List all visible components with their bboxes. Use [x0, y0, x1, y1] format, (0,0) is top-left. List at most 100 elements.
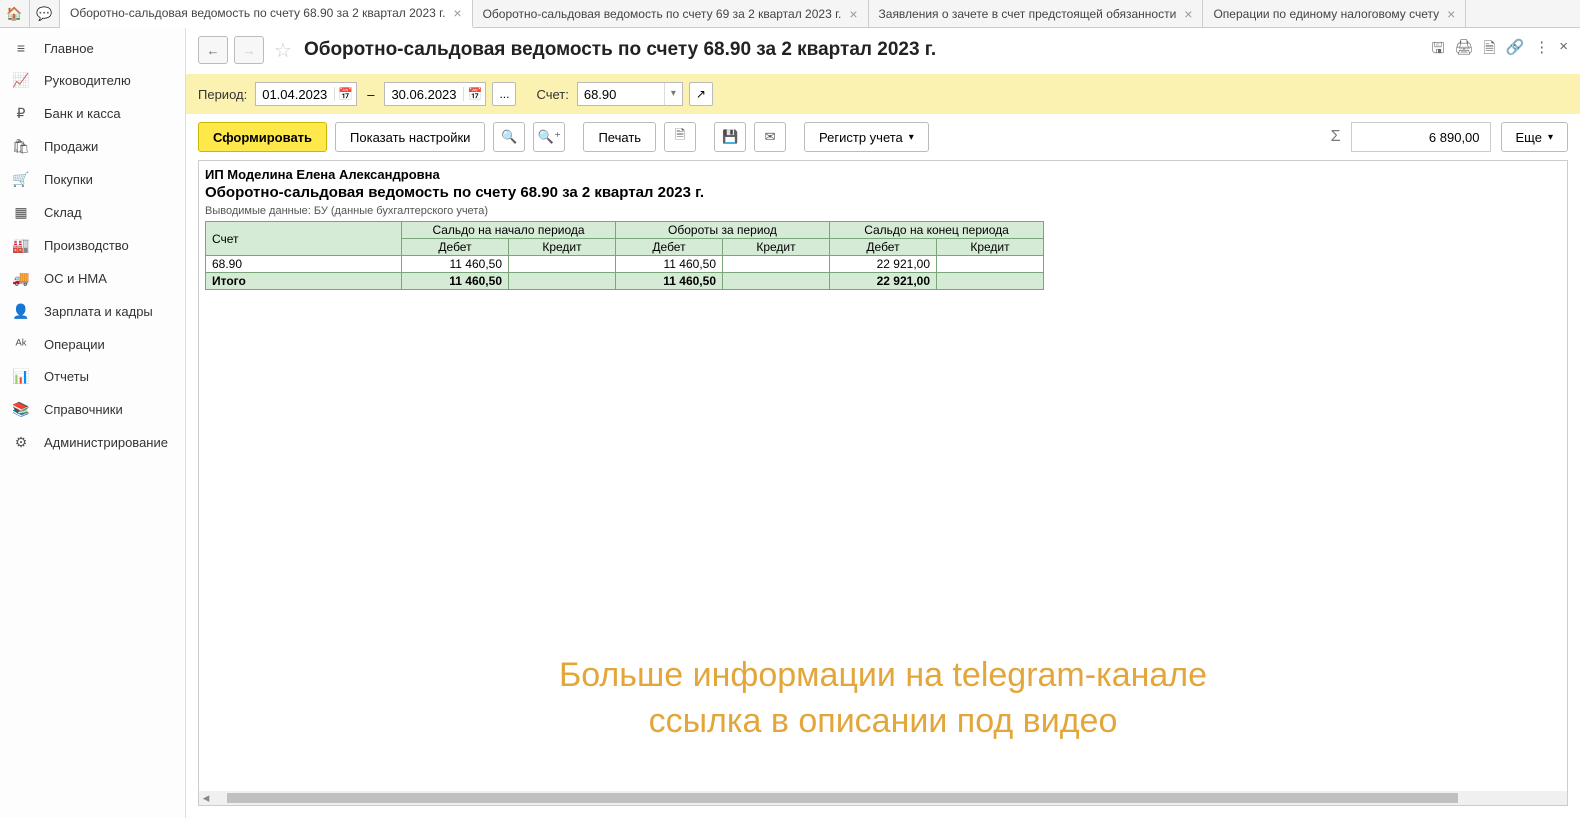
sidebar-item-admin[interactable]: ⚙ Администрирование: [0, 426, 185, 459]
watermark-text: Больше информации на telegram-канале ссы…: [199, 653, 1567, 745]
sidebar-item-production[interactable]: 🏭Производство: [0, 229, 185, 262]
close-icon[interactable]: ×: [453, 5, 461, 21]
cell-turn-credit: [723, 256, 830, 273]
th-account: Счет: [206, 222, 402, 256]
cell-close-debit: 22 921,00: [830, 256, 937, 273]
search-icon[interactable]: 🔍: [493, 122, 525, 152]
sidebar-item-label: Администрирование: [44, 435, 168, 450]
tab-label: Оборотно-сальдовая ведомость по счету 69…: [483, 7, 842, 21]
sidebar: ≡Главное 📈Руководителю ₽Банк и касса 🛍Пр…: [0, 28, 186, 818]
period-label: Период:: [198, 87, 247, 102]
dash: –: [367, 87, 374, 102]
date-to-field[interactable]: [385, 87, 463, 102]
title-bar: ← → ☆ Оборотно-сальдовая ведомость по сч…: [186, 28, 1580, 64]
table-total-row: Итого 11 460,50 11 460,50 22 921,00: [206, 273, 1044, 290]
cell-total-label: Итого: [206, 273, 402, 290]
sidebar-item-payroll[interactable]: 👤Зарплата и кадры: [0, 295, 185, 328]
balance-table: Счет Сальдо на начало периода Обороты за…: [205, 221, 1044, 290]
cell-close-credit: [937, 256, 1044, 273]
tab-bar: 🏠 💬 Оборотно-сальдовая ведомость по счет…: [0, 0, 1580, 28]
cart-icon: 🛒: [12, 171, 30, 188]
print-icon[interactable]: 🖨: [1454, 38, 1473, 63]
title-actions: 🖫 🖨 🗎 🔗 ⋮ ×: [1432, 38, 1568, 63]
scroll-left-icon[interactable]: ◂: [199, 790, 213, 806]
sidebar-item-sales[interactable]: 🛍Продажи: [0, 130, 185, 163]
period-picker-button[interactable]: ...: [492, 82, 516, 106]
document-icon[interactable]: 🗎: [1483, 38, 1495, 63]
tab-label: Операции по единому налоговому счету: [1213, 7, 1439, 21]
close-icon[interactable]: ×: [849, 6, 857, 22]
sidebar-item-manager[interactable]: 📈Руководителю: [0, 64, 185, 97]
tab-offset-applications[interactable]: Заявления о зачете в счет предстоящей об…: [869, 0, 1204, 27]
sidebar-item-label: Производство: [44, 238, 129, 253]
sidebar-item-catalogs[interactable]: 📚Справочники: [0, 393, 185, 426]
search-refresh-icon[interactable]: 🔍⁺: [533, 122, 565, 152]
sidebar-item-label: Справочники: [44, 402, 123, 417]
menu-icon: ≡: [12, 40, 30, 56]
th-open: Сальдо на начало периода: [402, 222, 616, 239]
report-area[interactable]: ИП Моделина Елена Александровна Оборотно…: [198, 160, 1568, 806]
th-credit: Кредит: [937, 239, 1044, 256]
account-field[interactable]: [578, 83, 664, 105]
date-from-input[interactable]: 📅: [255, 82, 357, 106]
filter-bar: Период: 📅 – 📅 ... Счет: ▾ ↗: [186, 74, 1580, 114]
preview-icon[interactable]: 🗎: [664, 122, 696, 152]
tab-balance-6890[interactable]: Оборотно-сальдовая ведомость по счету 68…: [60, 0, 473, 28]
home-icon[interactable]: 🏠: [0, 0, 30, 27]
email-icon[interactable]: ✉: [754, 122, 786, 152]
open-account-button[interactable]: ↗: [689, 82, 713, 106]
close-icon[interactable]: ×: [1447, 6, 1455, 22]
sidebar-item-warehouse[interactable]: ▦Склад: [0, 196, 185, 229]
date-from-field[interactable]: [256, 87, 334, 102]
save-file-icon[interactable]: 💾: [714, 122, 746, 152]
ops-icon: ᴬᵏ: [12, 336, 30, 352]
forward-button[interactable]: →: [234, 36, 264, 64]
calendar-icon[interactable]: 📅: [334, 87, 356, 101]
save-icon[interactable]: 🖫: [1432, 38, 1445, 63]
page-title: Оборотно-сальдовая ведомость по счету 68…: [304, 39, 1426, 61]
sidebar-item-main[interactable]: ≡Главное: [0, 32, 185, 64]
register-button[interactable]: Регистр учета: [804, 122, 929, 152]
sidebar-item-label: Руководителю: [44, 73, 131, 88]
print-button[interactable]: Печать: [583, 122, 656, 152]
tab-balance-69[interactable]: Оборотно-сальдовая ведомость по счету 69…: [473, 0, 869, 27]
star-icon[interactable]: ☆: [274, 38, 292, 63]
register-label: Регистр учета: [819, 130, 903, 145]
date-to-input[interactable]: 📅: [384, 82, 486, 106]
tab-tax-account-ops[interactable]: Операции по единому налоговому счету ×: [1203, 0, 1466, 27]
show-settings-button[interactable]: Показать настройки: [335, 122, 485, 152]
truck-icon: 🚚: [12, 270, 30, 287]
close-icon[interactable]: ×: [1559, 38, 1568, 63]
sidebar-item-label: Отчеты: [44, 369, 89, 384]
gear-icon: ⚙: [12, 434, 30, 451]
toolbar: Сформировать Показать настройки 🔍 🔍⁺ Печ…: [186, 114, 1580, 160]
calendar-icon[interactable]: 📅: [463, 87, 485, 101]
close-icon[interactable]: ×: [1184, 6, 1192, 22]
sidebar-item-label: Зарплата и кадры: [44, 304, 153, 319]
cell-account: 68.90: [206, 256, 402, 273]
bars-icon: 📊: [12, 368, 30, 385]
sidebar-item-reports[interactable]: 📊 Отчеты: [0, 360, 185, 393]
sidebar-item-bank[interactable]: ₽Банк и касса: [0, 97, 185, 130]
scroll-thumb[interactable]: [227, 793, 1458, 803]
horizontal-scrollbar[interactable]: ◂: [199, 791, 1567, 805]
sidebar-item-purchases[interactable]: 🛒Покупки: [0, 163, 185, 196]
link-icon[interactable]: 🔗: [1506, 38, 1525, 63]
sidebar-item-operations[interactable]: ᴬᵏОперации: [0, 328, 185, 360]
th-close: Сальдо на конец периода: [830, 222, 1044, 239]
more-button[interactable]: Еще: [1501, 122, 1568, 152]
ruble-icon: ₽: [12, 105, 30, 122]
back-button[interactable]: ←: [198, 36, 228, 64]
tab-label: Заявления о зачете в счет предстоящей об…: [879, 7, 1177, 21]
table-row[interactable]: 68.90 11 460,50 11 460,50 22 921,00: [206, 256, 1044, 273]
th-turn: Обороты за период: [616, 222, 830, 239]
sidebar-item-assets[interactable]: 🚚ОС и НМА: [0, 262, 185, 295]
content: ← → ☆ Оборотно-сальдовая ведомость по сч…: [186, 28, 1580, 818]
chevron-down-icon[interactable]: ▾: [664, 83, 682, 105]
more-label: Еще: [1516, 130, 1542, 145]
account-input[interactable]: ▾: [577, 82, 683, 106]
kebab-icon[interactable]: ⋮: [1534, 38, 1549, 63]
generate-button[interactable]: Сформировать: [198, 122, 327, 152]
th-debit: Дебет: [830, 239, 937, 256]
discuss-icon[interactable]: 💬: [30, 0, 60, 27]
